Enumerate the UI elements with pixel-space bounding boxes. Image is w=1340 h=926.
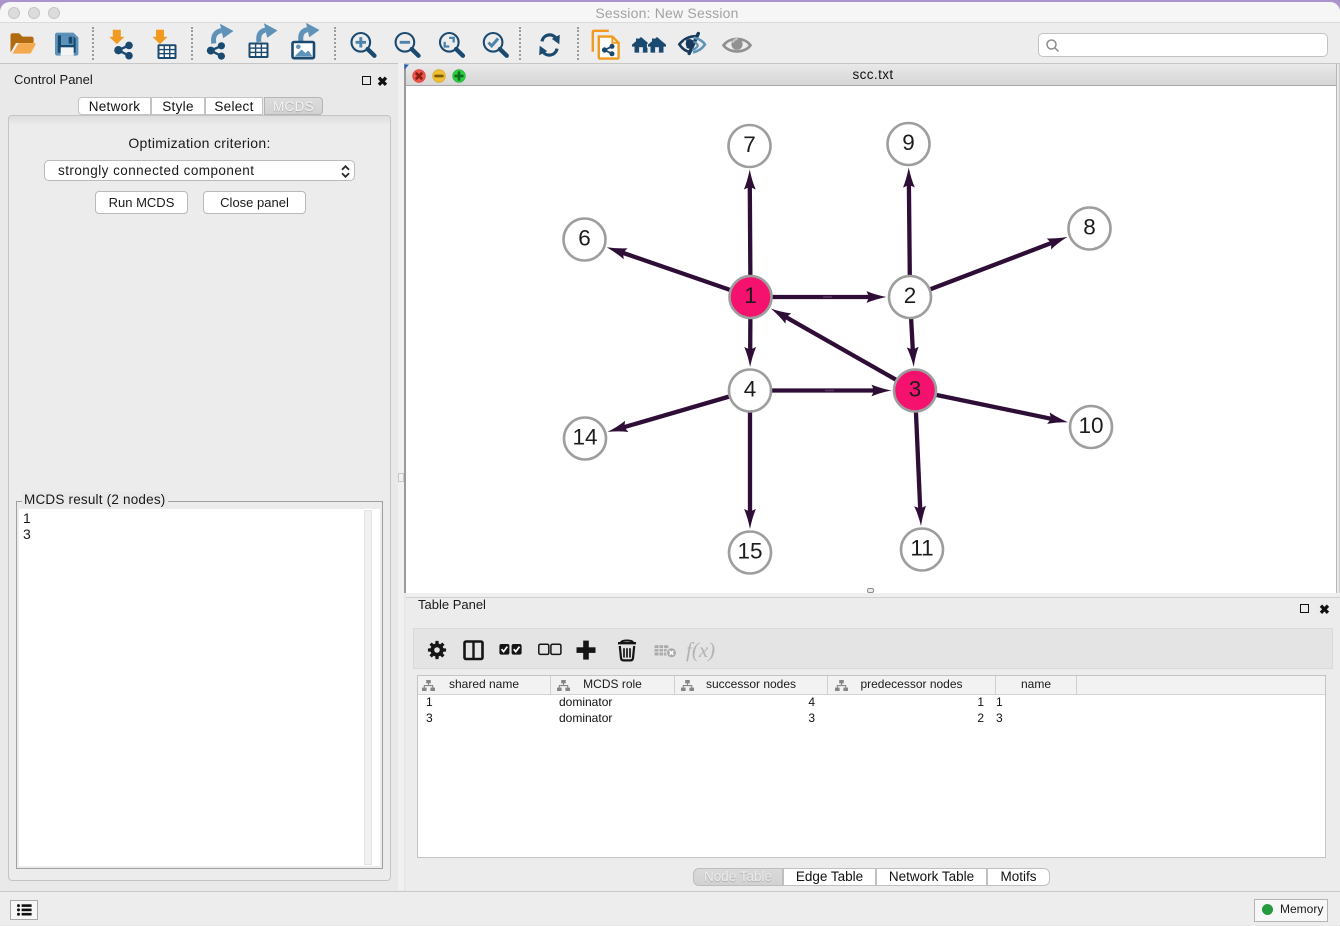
svg-text:15: 15 [737, 539, 762, 564]
svg-text:4: 4 [744, 377, 757, 402]
svg-text:9: 9 [902, 130, 915, 155]
svg-text:2: 2 [904, 283, 917, 308]
svg-text:8: 8 [1083, 215, 1096, 240]
svg-text:f(x): f(x) [686, 638, 715, 662]
svg-text:7: 7 [743, 132, 756, 157]
svg-text:3: 3 [909, 377, 922, 402]
svg-text:1: 1 [744, 283, 757, 308]
svg-text:11: 11 [910, 536, 933, 561]
svg-text:6: 6 [578, 226, 591, 251]
svg-text:14: 14 [572, 425, 597, 450]
svg-text:10: 10 [1078, 413, 1103, 438]
